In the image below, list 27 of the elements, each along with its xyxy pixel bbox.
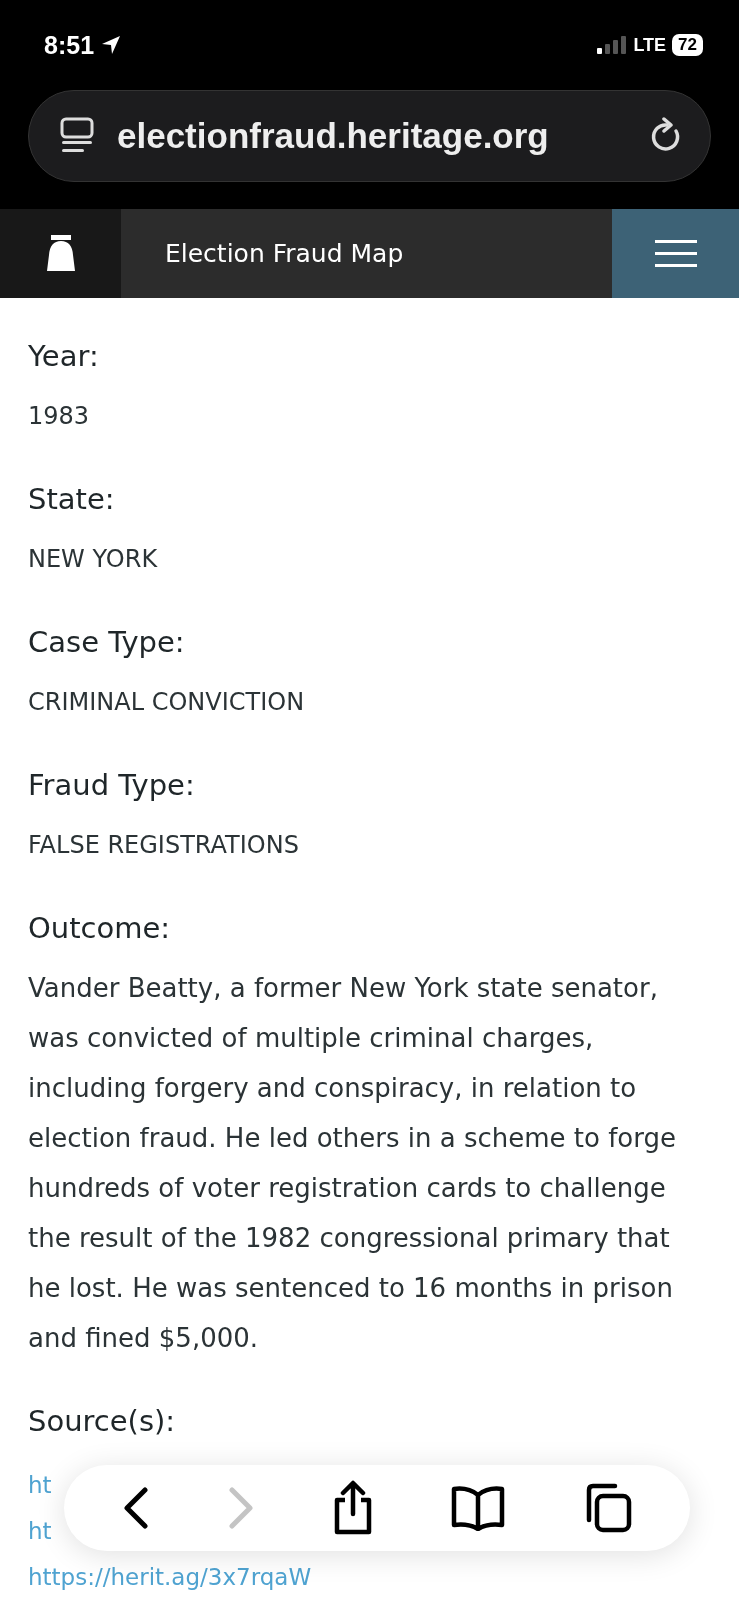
field-value: 1983 xyxy=(28,401,91,432)
logo-tile[interactable] xyxy=(0,209,121,298)
location-arrow-icon xyxy=(100,34,123,56)
book-icon xyxy=(449,1485,506,1531)
source-link[interactable]: ht xyxy=(28,1462,52,1508)
battery-level: 72 xyxy=(672,34,703,56)
field-label: Fraud Type: xyxy=(28,767,196,804)
page-menu-icon[interactable] xyxy=(59,117,95,155)
field-value: CRIMINAL CONVICTION xyxy=(28,687,306,718)
field-value: NEW YORK xyxy=(28,544,159,575)
field-value: FALSE REGISTRATIONS xyxy=(28,830,300,861)
field-label: Outcome: xyxy=(28,910,172,947)
address-bar[interactable]: electionfraud.heritage.org xyxy=(28,90,711,182)
menu-button[interactable] xyxy=(612,209,739,298)
field-value: Vander Beatty, a former New York state senator, was convicted of multiple criminal charges, including forgery and conspiracy, in relation to election fraud. He led others in a scheme to forge hundreds of voter registration cards to challenge the result of the 1982 congressional primary that he lost. He was sentenced to 16 months in prison and fined $5,000. xyxy=(28,972,677,1355)
source-link[interactable]: ht xyxy=(28,1508,52,1554)
field-label: State: xyxy=(28,481,116,518)
site-title[interactable]: Election Fraud Map xyxy=(165,239,404,268)
menu-icon xyxy=(654,239,697,268)
signal-icon xyxy=(597,36,628,54)
url-text: electionfraud.heritage.org xyxy=(117,116,550,156)
time: 8:51 xyxy=(44,30,95,60)
source-link[interactable]: https://herit.ag/3x7rqaW xyxy=(28,1554,312,1600)
field-label: Source(s): xyxy=(28,1403,177,1440)
field-label: Case Type: xyxy=(28,624,186,661)
field-label: Year: xyxy=(28,338,100,375)
network-label: LTE xyxy=(633,34,667,56)
